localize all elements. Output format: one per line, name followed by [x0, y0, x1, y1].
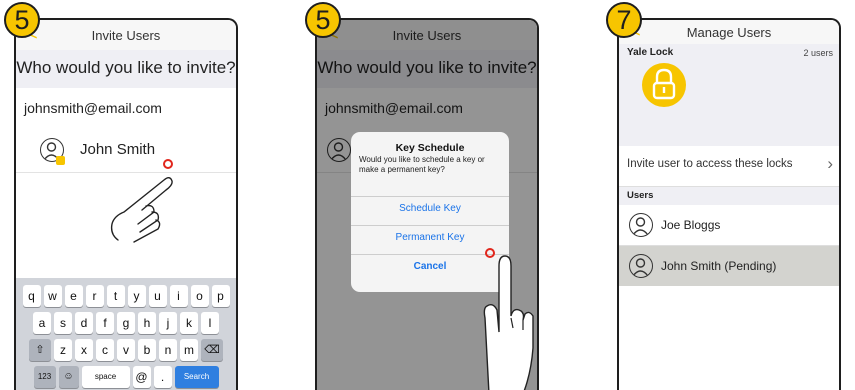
- key-j[interactable]: j: [159, 312, 177, 334]
- key-l[interactable]: l: [201, 312, 219, 334]
- step-badge: 5: [4, 2, 40, 38]
- chevron-right-icon: ›: [827, 154, 833, 173]
- key-v[interactable]: v: [117, 339, 135, 361]
- key-y[interactable]: y: [127, 285, 146, 307]
- schedule-key-button[interactable]: Schedule Key: [351, 196, 509, 221]
- user-name: Joe Bloggs: [661, 218, 721, 232]
- key-f[interactable]: f: [96, 312, 114, 334]
- user-row[interactable]: Joe Bloggs: [619, 205, 839, 246]
- permanent-key-button[interactable]: Permanent Key: [351, 225, 509, 250]
- key-b[interactable]: b: [138, 339, 156, 361]
- key-g[interactable]: g: [117, 312, 135, 334]
- key-d[interactable]: d: [75, 312, 93, 334]
- key-u[interactable]: u: [148, 285, 167, 307]
- at-key[interactable]: @: [132, 366, 151, 388]
- phone-screen-manage-users: < Manage Users Yale Lock 2 users Invite …: [617, 18, 841, 390]
- nav-title: Manage Users: [686, 25, 772, 40]
- users-header: Users: [627, 190, 654, 201]
- invite-user-text: Invite user to access these locks: [627, 158, 793, 170]
- dialog-title: Key Schedule: [395, 142, 465, 154]
- tap-indicator: [485, 248, 495, 258]
- key-w[interactable]: w: [43, 285, 62, 307]
- lock-header: Yale Lock 2 users: [619, 44, 839, 146]
- users-section-header: Users: [619, 187, 839, 205]
- nav-bar: < Invite Users: [16, 20, 236, 51]
- tap-indicator: [163, 159, 173, 169]
- key-x[interactable]: x: [75, 339, 93, 361]
- user-row-selected[interactable]: John Smith (Pending): [619, 246, 839, 286]
- key-a[interactable]: a: [33, 312, 51, 334]
- step-badge: 5: [305, 2, 341, 38]
- key-p[interactable]: p: [211, 285, 230, 307]
- pointing-hand-icon: [110, 177, 173, 243]
- key-t[interactable]: t: [106, 285, 125, 307]
- emoji-key-icon[interactable]: ☺: [58, 366, 79, 388]
- pointing-hand-icon: [483, 255, 534, 390]
- key-h[interactable]: h: [138, 312, 156, 334]
- yale-badge-icon: [56, 156, 65, 165]
- contact-name: John Smith: [80, 141, 156, 158]
- padlock-icon[interactable]: [641, 62, 687, 108]
- key-e[interactable]: e: [64, 285, 83, 307]
- lock-name: Yale Lock: [627, 47, 674, 58]
- key-k[interactable]: k: [180, 312, 198, 334]
- invite-user-row[interactable]: Invite user to access these locks ›: [619, 146, 839, 187]
- key-m[interactable]: m: [180, 339, 198, 361]
- step-badge: 7: [606, 2, 642, 38]
- invite-question: Who would you like to invite?: [16, 50, 236, 88]
- phone-screen-key-schedule: < Invite Users Who would you like to inv…: [315, 18, 539, 390]
- nav-title: Invite Users: [91, 28, 161, 43]
- avatar-icon: [629, 254, 653, 278]
- user-name: John Smith (Pending): [661, 259, 777, 273]
- key-o[interactable]: o: [190, 285, 209, 307]
- key-s[interactable]: s: [54, 312, 72, 334]
- numbers-key[interactable]: 123: [33, 366, 56, 388]
- key-q[interactable]: q: [22, 285, 41, 307]
- key-c[interactable]: c: [96, 339, 114, 361]
- key-i[interactable]: i: [169, 285, 188, 307]
- onscreen-keyboard: q w e r t y u i o p a s d f g h j k l ⇧ …: [16, 278, 236, 390]
- phone-screen-invite-users: < Invite Users Who would you like to inv…: [14, 18, 238, 390]
- user-count: 2 users: [803, 48, 833, 58]
- avatar-icon: [629, 213, 653, 237]
- email-input[interactable]: johnsmith@email.com: [16, 88, 236, 129]
- dialog-message: Would you like to schedule a key or make…: [359, 155, 485, 174]
- shift-key-icon[interactable]: ⇧: [29, 339, 51, 361]
- nav-bar: < Manage Users: [619, 20, 839, 45]
- backspace-key-icon[interactable]: ⌫: [201, 339, 223, 361]
- dot-key[interactable]: .: [153, 366, 172, 388]
- search-key[interactable]: Search: [174, 366, 219, 388]
- space-key[interactable]: space: [81, 366, 130, 388]
- key-n[interactable]: n: [159, 339, 177, 361]
- key-r[interactable]: r: [85, 285, 104, 307]
- key-z[interactable]: z: [54, 339, 72, 361]
